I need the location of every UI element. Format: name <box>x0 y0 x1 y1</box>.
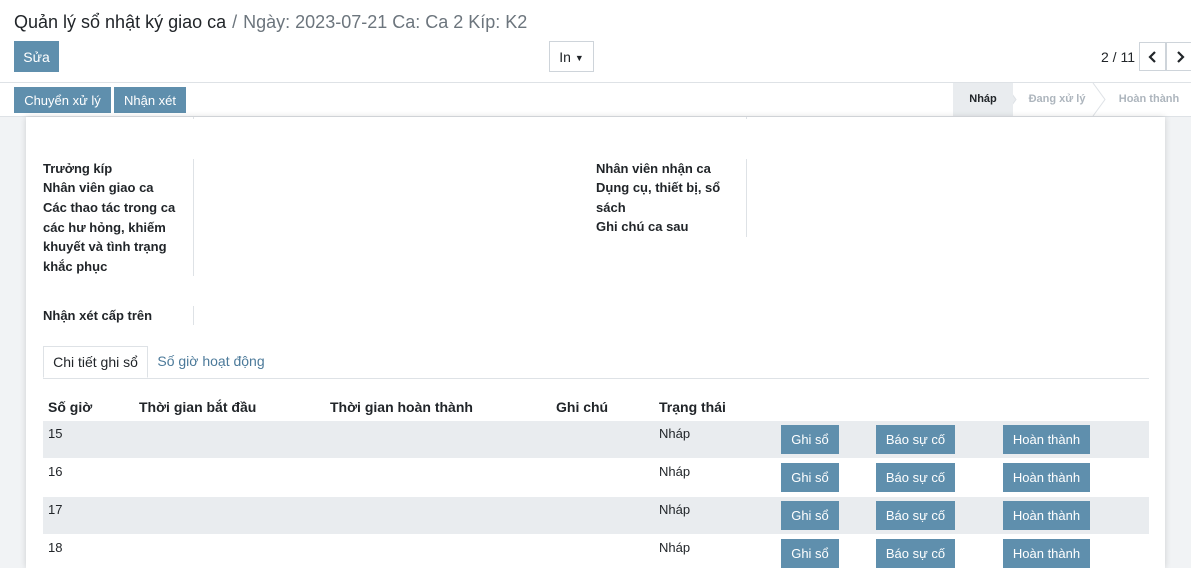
log-button[interactable]: Ghi sổ <box>781 501 839 530</box>
tab-operating-hours[interactable]: Số giờ hoạt động <box>148 346 274 378</box>
column-header-status[interactable]: Trạng thái <box>659 399 726 415</box>
tab-log-details[interactable]: Chi tiết ghi sổ <box>43 346 148 378</box>
column-header-end-time[interactable]: Thời gian hoàn thành <box>330 399 473 415</box>
stage-indicator: Nháp Đang xử lý Hoàn thành <box>953 83 1191 116</box>
report-incident-button[interactable]: Báo sự cố <box>876 501 955 530</box>
cell-status: Nháp <box>659 464 691 479</box>
report-incident-button[interactable]: Báo sự cố <box>876 463 955 492</box>
cell-hour: 16 <box>48 464 63 479</box>
breadcrumb-root[interactable]: Quản lý sổ nhật ký giao ca <box>14 12 226 32</box>
comment-button[interactable]: Nhận xét <box>114 87 186 113</box>
table-row[interactable]: 18 Nháp Ghi sổ Báo sự cố Hoàn thành <box>43 535 1149 568</box>
label-handover-staff: Nhân viên giao ca <box>43 180 154 195</box>
control-panel: Quản lý sổ nhật ký giao ca / Ngày: 2023-07… <box>0 0 1191 83</box>
chevron-left-icon <box>1147 50 1156 63</box>
edit-button[interactable]: Sửa <box>14 41 59 72</box>
tab-divider <box>43 378 1149 379</box>
table-row[interactable]: 17 Nháp Ghi sổ Báo sự cố Hoàn thành <box>43 497 1149 534</box>
cell-hour: 17 <box>48 502 63 517</box>
caret-down-icon: ▼ <box>574 52 584 63</box>
report-incident-button[interactable]: Báo sự cố <box>876 539 955 568</box>
label-next-shift-notes: Ghi chú ca sau <box>596 219 689 234</box>
pager-previous-button[interactable] <box>1139 42 1166 71</box>
label-shift-leader: Trưởng kíp <box>43 161 113 176</box>
column-header-start-time[interactable]: Thời gian bắt đầu <box>139 399 256 415</box>
log-button[interactable]: Ghi sổ <box>781 425 839 454</box>
complete-button[interactable]: Hoàn thành <box>1003 425 1090 454</box>
complete-button[interactable]: Hoàn thành <box>1003 463 1090 492</box>
log-button[interactable]: Ghi sổ <box>781 539 839 568</box>
column-header-note[interactable]: Ghi chú <box>556 399 608 415</box>
field-divider <box>193 117 194 119</box>
breadcrumb-current: Ngày: 2023-07-21 Ca: Ca 2 Kíp: K2 <box>243 12 528 32</box>
cell-status: Nháp <box>659 426 691 441</box>
log-button[interactable]: Ghi sổ <box>781 463 839 492</box>
print-label: In <box>559 48 571 65</box>
print-dropdown-button[interactable]: In ▼ <box>549 41 594 72</box>
report-incident-button[interactable]: Báo sự cố <box>876 425 955 454</box>
label-tools-equipment: Dụng cụ, thiết bị, sổ sách <box>596 180 721 215</box>
cell-status: Nháp <box>659 540 691 555</box>
chevron-right-icon <box>1176 50 1185 63</box>
cell-status: Nháp <box>659 502 691 517</box>
pager-value: 2 / 11 <box>1101 49 1135 65</box>
label-receiving-staff: Nhân viên nhận ca <box>596 161 711 176</box>
complete-button[interactable]: Hoàn thành <box>1003 539 1090 568</box>
table-row[interactable]: 16 Nháp Ghi sổ Báo sự cố Hoàn thành <box>43 459 1149 496</box>
pager-next-button[interactable] <box>1166 42 1191 71</box>
cell-hour: 18 <box>48 540 63 555</box>
label-supervisor-comment: Nhận xét cấp trên <box>43 308 153 323</box>
stage-done: Hoàn thành <box>1118 93 1180 105</box>
status-bar: Chuyển xử lý Nhận xét Nháp Đang xử lý Ho… <box>0 82 1191 117</box>
field-divider <box>193 306 194 325</box>
field-divider <box>746 159 747 237</box>
breadcrumb: Quản lý sổ nhật ký giao ca / Ngày: 2023-07… <box>14 10 527 34</box>
column-header-hour[interactable]: Số giờ <box>48 399 92 415</box>
stage-processing: Đang xử lý <box>1028 93 1086 105</box>
field-divider <box>193 159 194 276</box>
cell-hour: 15 <box>48 426 63 441</box>
table-row[interactable]: 15 Nháp Ghi sổ Báo sự cố Hoàn thành <box>43 421 1149 458</box>
complete-button[interactable]: Hoàn thành <box>1003 501 1090 530</box>
breadcrumb-separator: / <box>232 12 238 32</box>
field-divider <box>746 117 747 119</box>
label-operations-defects: Các thao tác trong ca các hư hỏng, khiếm… <box>43 200 176 274</box>
transfer-button[interactable]: Chuyển xử lý <box>14 87 111 113</box>
stage-draft: Nháp <box>953 83 1013 116</box>
